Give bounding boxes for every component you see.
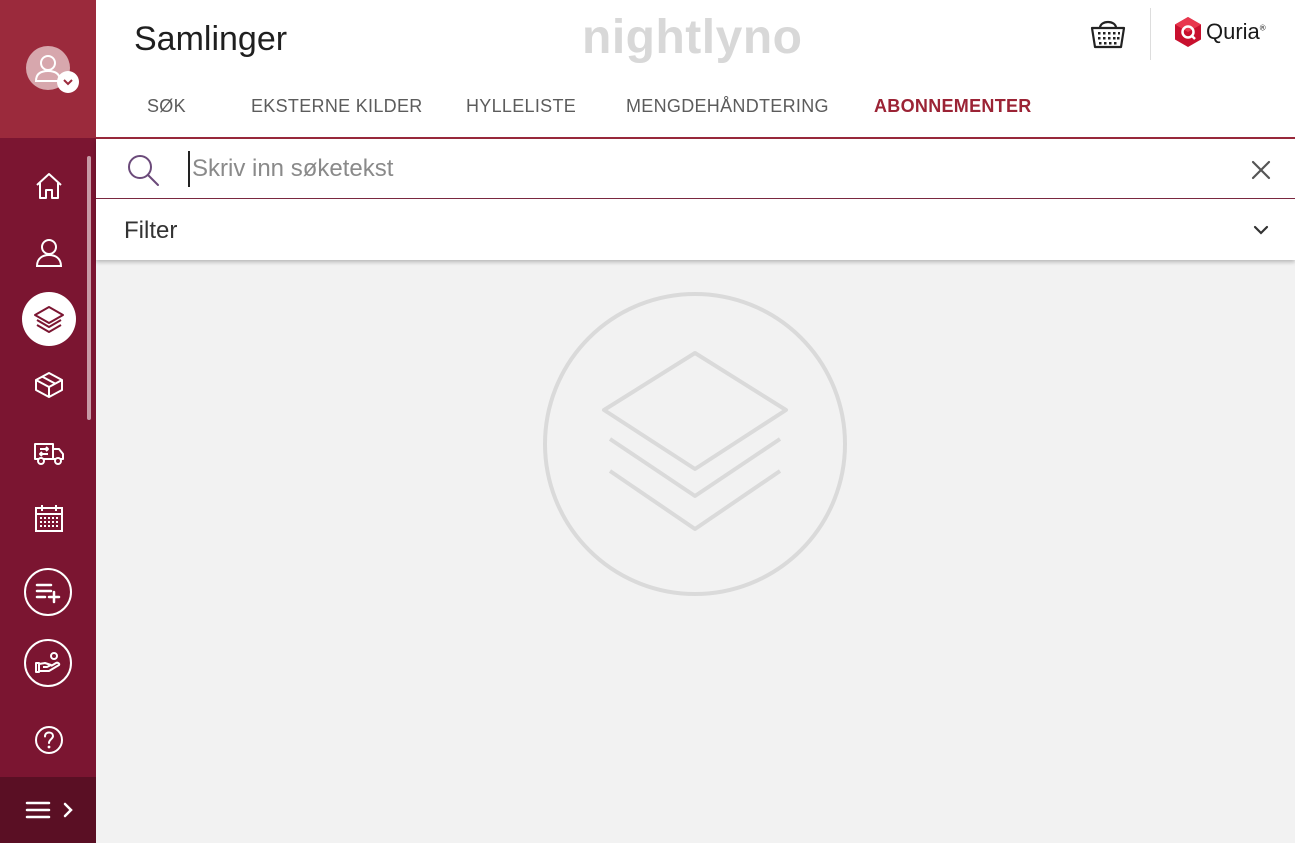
sidebar-item-transport[interactable] bbox=[22, 425, 76, 479]
sidebar bbox=[0, 0, 96, 843]
add-list-icon bbox=[35, 583, 61, 604]
quria-logo-icon bbox=[1175, 17, 1201, 47]
sidebar-item-home[interactable] bbox=[22, 159, 76, 213]
brand-name: Quria bbox=[1206, 19, 1260, 44]
search-icon bbox=[128, 155, 159, 186]
sidebar-item-items[interactable] bbox=[22, 358, 76, 412]
avatar-chevron-down-icon[interactable] bbox=[57, 71, 79, 93]
filter-label: Filter bbox=[124, 217, 178, 244]
basket-icon bbox=[1090, 20, 1126, 49]
sidebar-expand-toggle[interactable] bbox=[0, 777, 96, 843]
page-title: Samlinger bbox=[134, 20, 288, 58]
help-icon bbox=[35, 726, 63, 754]
search-input[interactable] bbox=[188, 151, 1228, 187]
sidebar-item-collections[interactable] bbox=[22, 292, 76, 346]
sidebar-item-acquisitions[interactable] bbox=[24, 568, 72, 616]
header-divider bbox=[1150, 8, 1151, 60]
sidebar-item-help[interactable] bbox=[22, 713, 76, 767]
home-icon bbox=[36, 173, 62, 199]
layers-icon bbox=[543, 292, 847, 596]
quria-logo: Quria® bbox=[1174, 16, 1266, 48]
menu-expand-icon bbox=[25, 801, 73, 819]
basket-button[interactable] bbox=[1090, 16, 1126, 55]
empty-state-illustration bbox=[542, 291, 850, 604]
sidebar-scrollbar[interactable] bbox=[87, 156, 91, 420]
brand-mark: ® bbox=[1259, 23, 1266, 33]
hand-give-icon bbox=[35, 652, 61, 673]
box-icon bbox=[35, 372, 63, 398]
tab-shelf-list[interactable]: HYLLELISTE bbox=[466, 96, 576, 117]
tab-search[interactable]: SØK bbox=[147, 96, 186, 117]
sidebar-item-calendar[interactable] bbox=[22, 491, 76, 545]
sidebar-item-users[interactable] bbox=[22, 225, 76, 279]
close-icon[interactable] bbox=[1250, 159, 1272, 181]
filter-toggle[interactable]: Filter bbox=[96, 200, 1295, 260]
tab-bulk-management[interactable]: MENGDEHÅNDTERING bbox=[626, 96, 829, 117]
search-row bbox=[96, 139, 1295, 199]
tab-external-sources[interactable]: EKSTERNE KILDER bbox=[251, 96, 423, 117]
truck-transfer-icon bbox=[34, 443, 64, 465]
user-icon bbox=[35, 239, 63, 267]
header: Samlinger nightlyno Quria® SØK EKSTERNE … bbox=[96, 0, 1295, 138]
sidebar-item-loans[interactable] bbox=[24, 639, 72, 687]
environment-watermark: nightlyno bbox=[582, 11, 803, 64]
layers-icon bbox=[34, 306, 64, 333]
search-panel: Filter bbox=[96, 139, 1295, 260]
tab-subscriptions[interactable]: ABONNEMENTER bbox=[874, 96, 1032, 117]
calendar-icon bbox=[35, 505, 63, 532]
chevron-down-icon bbox=[1253, 225, 1269, 235]
